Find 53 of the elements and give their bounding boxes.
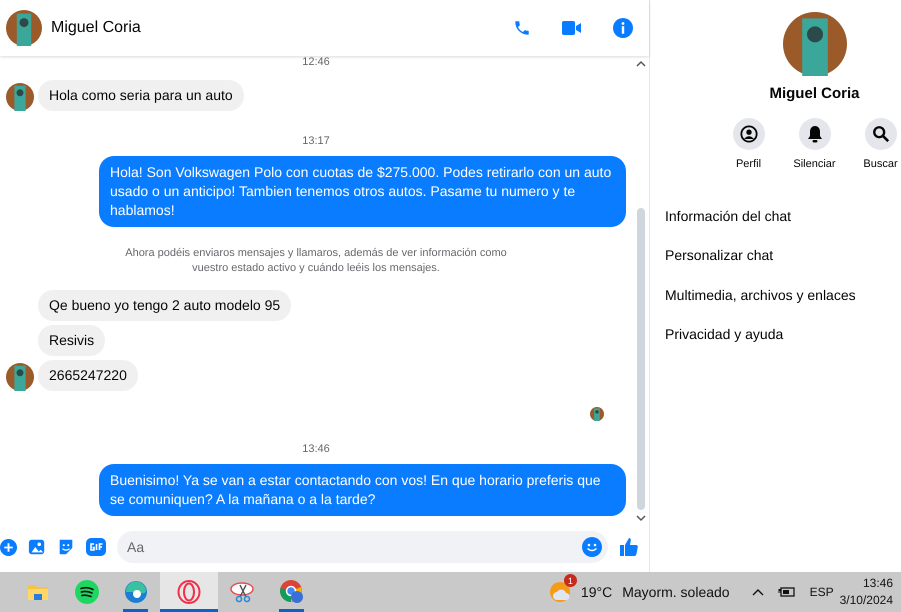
contact-name: Miguel Coria [769, 85, 860, 102]
contact-name[interactable]: Miguel Coria [51, 19, 482, 37]
temperature-text: 19°C [580, 584, 612, 600]
search-icon [872, 125, 890, 143]
thumbs-up-icon[interactable] [619, 537, 639, 557]
chevron-up-icon[interactable] [752, 588, 764, 596]
folder-icon [26, 582, 48, 602]
timestamp: 13:46 [302, 443, 330, 455]
message-bubble: Buenisimo! Ya se van a estar contactando con vos! En que horario preferis que se comuniquen? A la mañana o a la tarde? [99, 464, 626, 516]
opera-browser-icon [177, 580, 201, 604]
weather-text: Mayorm. soleado [622, 584, 730, 600]
profile-button[interactable]: Perfil [724, 118, 774, 170]
avatar-circle [6, 83, 34, 111]
gif-icon[interactable] [86, 538, 106, 556]
plus-icon[interactable] [0, 538, 17, 556]
profile-icon [740, 125, 758, 143]
avatar-circle [6, 363, 34, 391]
bell-icon [806, 125, 822, 143]
notice-text: Ahora podéis enviaros mensajes y llamaros, además de ver información como vuestro estado activo y cuándo leéis los mensajes. [124, 246, 508, 276]
menu-item[interactable]: Información del chat [665, 196, 792, 236]
contact-avatar [6, 10, 42, 46]
battery-icon[interactable] [778, 586, 796, 598]
mute-button[interactable]: Silenciar [790, 118, 840, 170]
scissors-icon [230, 581, 256, 603]
menu-item[interactable]: Privacidad y ayuda [665, 314, 784, 354]
notification-badge: 1 [564, 574, 577, 587]
scrollbar-thumb[interactable] [637, 208, 645, 510]
message-bubble: Qe bueno yo tengo 2 auto modelo 95 [38, 290, 292, 321]
edge-browser-icon [124, 580, 148, 604]
timestamp: 13:17 [302, 135, 330, 147]
search-button[interactable]: Buscar [856, 118, 901, 170]
emoji-icon[interactable] [582, 537, 602, 557]
info-icon[interactable] [613, 18, 633, 38]
language-indicator[interactable]: ESP [810, 585, 834, 599]
clock[interactable]: 13:46 3/10/2024 [840, 575, 893, 609]
chrome-browser-icon [278, 579, 304, 605]
video-camera-icon[interactable] [562, 20, 582, 36]
message-input[interactable]: Aa [117, 531, 608, 563]
image-icon[interactable] [28, 538, 46, 556]
phone-icon[interactable] [513, 19, 531, 37]
seen-avatar [590, 407, 604, 421]
timestamp: 12:46 [302, 56, 330, 68]
menu-item[interactable]: Multimedia, archivos y enlaces [665, 275, 856, 314]
message-bubble: Hola! Son Volkswagen Polo con cuotas de $275.000. Podes retirarlo con un auto usado o un anticipo! Tambien tenemos otros autos. Pasame tu numero y te hablamos! [99, 156, 626, 227]
menu-item[interactable]: Personalizar chat [665, 236, 774, 275]
sticker-icon[interactable] [57, 538, 75, 556]
message-bubble: 2665247220 [38, 360, 138, 391]
contact-avatar [782, 12, 846, 76]
spotify-icon [74, 580, 98, 604]
scroll-up-icon[interactable] [636, 60, 646, 68]
message-bubble: Resivis [38, 325, 106, 356]
scroll-down-icon[interactable] [636, 514, 646, 522]
message-bubble: Hola como seria para un auto [38, 80, 244, 111]
